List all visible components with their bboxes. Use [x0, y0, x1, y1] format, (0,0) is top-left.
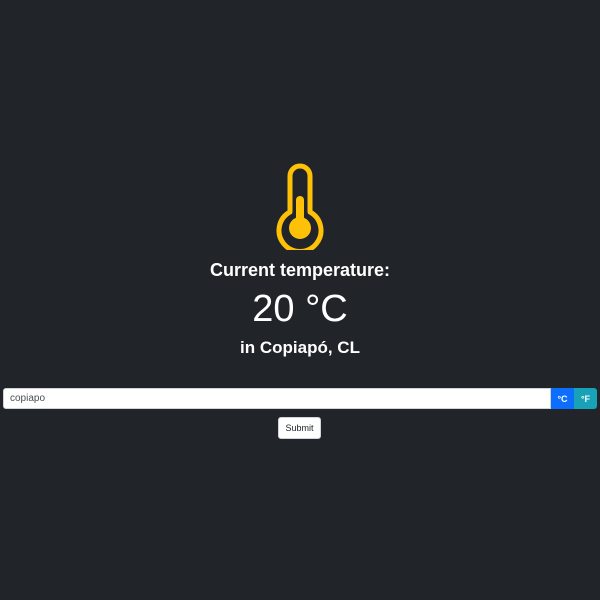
- celsius-button[interactable]: °C: [551, 388, 574, 409]
- location-label: in Copiapó, CL: [240, 338, 360, 357]
- city-input[interactable]: [3, 388, 551, 409]
- submit-button[interactable]: Submit: [278, 417, 321, 439]
- thermometer-icon: [276, 160, 324, 250]
- search-group: °C °F: [3, 388, 597, 409]
- weather-page: Current temperature: 20 °C in Copiapó, C…: [0, 0, 600, 600]
- temperature-value: 20 °C: [252, 288, 348, 330]
- fahrenheit-button[interactable]: °F: [574, 388, 597, 409]
- temperature-heading: Current temperature:: [209, 260, 391, 280]
